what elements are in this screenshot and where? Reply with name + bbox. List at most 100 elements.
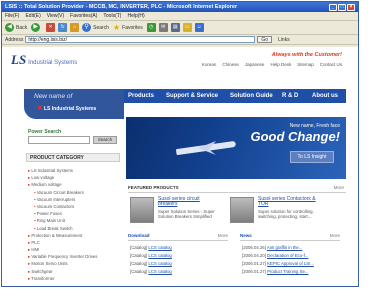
search-label: Search bbox=[93, 24, 109, 31]
back-arrow-icon: ◀ bbox=[5, 23, 14, 32]
red-x-icon: ✕ bbox=[37, 105, 43, 112]
top-link-sitemap[interactable]: Sitemap bbox=[297, 62, 314, 67]
site-logo[interactable]: LS Industrial Systems bbox=[11, 52, 77, 68]
category-item[interactable]: ▸ Switchgear bbox=[28, 268, 122, 275]
go-button[interactable]: Go bbox=[257, 36, 273, 43]
category-item-label: LS Industrial Systems bbox=[31, 168, 73, 173]
news-label: News bbox=[240, 233, 252, 238]
nav-support[interactable]: Support & Service bbox=[166, 89, 218, 103]
category-item-label: Power Fuses bbox=[36, 211, 62, 217]
home-icon[interactable]: ⌂ bbox=[70, 23, 80, 32]
folder-icon[interactable]: ▭ bbox=[182, 23, 192, 32]
download-row[interactable]: [Catalog] LCS catalog bbox=[130, 245, 172, 250]
history-icon[interactable]: ◷ bbox=[146, 23, 156, 32]
download-link[interactable]: LCS catalog bbox=[148, 261, 171, 266]
top-link-japanese[interactable]: Japanese bbox=[245, 62, 265, 67]
menu-edit[interactable]: Edit(E) bbox=[25, 13, 40, 19]
download-row[interactable]: [Catalog] LCS catalog bbox=[130, 269, 172, 274]
links-label[interactable]: Links bbox=[278, 37, 290, 43]
address-bar: Address http://eng.lsis.biz/ Go Links bbox=[2, 35, 358, 45]
messenger-icon[interactable]: ☺ bbox=[194, 23, 204, 32]
news-row[interactable]: [2006.01.27] Product Training Se... bbox=[242, 269, 308, 274]
menu-file[interactable]: File(F) bbox=[5, 13, 19, 19]
category-item-label: Vacuum Circuit Breakers bbox=[36, 189, 84, 195]
refresh-icon[interactable]: ↻ bbox=[58, 23, 68, 32]
download-link[interactable]: LCS catalog bbox=[148, 253, 171, 258]
print-icon[interactable]: ▤ bbox=[170, 23, 180, 32]
news-row[interactable]: [2006.01.27] KEPIC Approval of LSI... bbox=[242, 261, 314, 266]
mail-icon[interactable]: ✉ bbox=[158, 23, 168, 32]
minimize-button[interactable]: _ bbox=[329, 3, 337, 11]
banner-button[interactable]: To LS Insight bbox=[290, 151, 334, 163]
menu-help[interactable]: Help(H) bbox=[127, 13, 144, 19]
top-link-chinese[interactable]: Chinese bbox=[222, 62, 239, 67]
download-row[interactable]: [Catalog] LCS catalog bbox=[130, 253, 172, 258]
product-title[interactable]: Susol series Contactors & TOR bbox=[258, 197, 318, 207]
news-row[interactable]: [2006.04.20] Declaration of Eco-f... bbox=[242, 253, 308, 258]
category-item[interactable]: ▪ Vacuum Interrupters bbox=[28, 196, 122, 203]
category-item[interactable]: ▸ Protection & Measurement bbox=[28, 232, 122, 239]
search-button[interactable]: ⚲ Search bbox=[82, 23, 109, 32]
category-item[interactable]: ▸ Low voltage bbox=[28, 174, 122, 181]
window-title: LSIS :: Total Solution Provider - MCCB, … bbox=[5, 4, 238, 10]
category-item-label: Switchgear bbox=[31, 268, 53, 274]
download-tag: [Catalog] bbox=[130, 269, 148, 274]
category-item[interactable]: ▪ Ring Main Unit bbox=[28, 217, 122, 224]
category-item[interactable]: ▸ Transformer bbox=[28, 275, 122, 282]
product-image[interactable] bbox=[130, 197, 154, 223]
category-item[interactable]: ▪ Power Fuses bbox=[28, 210, 122, 217]
web-page: LS Industrial Systems Always with the Cu… bbox=[2, 47, 358, 286]
menu-view[interactable]: View(V) bbox=[47, 13, 64, 19]
logo-mark: LS bbox=[11, 52, 27, 67]
maximize-button[interactable]: □ bbox=[338, 3, 346, 11]
search-input[interactable] bbox=[28, 136, 90, 144]
news-link[interactable]: Product Training Se... bbox=[267, 269, 308, 274]
news-link[interactable]: KEPIC Approval of LSI... bbox=[267, 261, 314, 266]
download-more-link[interactable]: More bbox=[218, 233, 228, 238]
category-item[interactable]: ▪ Vacuum Contactors bbox=[28, 203, 122, 210]
download-row[interactable]: [Catalog] LCS catalog bbox=[130, 261, 172, 266]
top-links: Korean Chinese Japanese Help Desk Sitema… bbox=[196, 62, 342, 67]
download-tag: [Catalog] bbox=[130, 261, 148, 266]
download-link[interactable]: LCS catalog bbox=[148, 269, 171, 274]
menu-favorites[interactable]: Favorites(A) bbox=[70, 13, 97, 19]
category-item[interactable]: ▸ Motion Servo Units bbox=[28, 260, 122, 267]
stop-icon[interactable]: ✕ bbox=[46, 23, 56, 32]
nav-rnd[interactable]: R & D bbox=[282, 89, 298, 103]
nav-products[interactable]: Products bbox=[128, 89, 154, 103]
close-button[interactable]: × bbox=[347, 3, 355, 11]
news-more-link[interactable]: More bbox=[330, 233, 340, 238]
favorites-button[interactable]: ★ Favorites bbox=[113, 23, 143, 32]
category-item[interactable]: ▸ HMI bbox=[28, 246, 122, 253]
category-item[interactable]: ▸ LS Industrial Systems bbox=[28, 167, 122, 174]
news-row[interactable]: [2006.04.26] Anti graffiti in the... bbox=[242, 245, 302, 250]
product-title[interactable]: Susol series circuit breakers bbox=[158, 197, 218, 207]
news-link[interactable]: Anti graffiti in the... bbox=[267, 245, 303, 250]
nav-solution[interactable]: Solution Guide bbox=[230, 89, 273, 103]
product-image[interactable] bbox=[230, 197, 254, 223]
category-item-label: Load Break Switch bbox=[36, 225, 73, 231]
category-item[interactable]: ▸ PLC bbox=[28, 239, 122, 246]
top-link-helpdesk[interactable]: Help Desk bbox=[270, 62, 291, 67]
forward-button[interactable]: ▶ bbox=[31, 23, 42, 32]
promo-banner[interactable]: New name, Fresh face Good Change! To LS … bbox=[126, 117, 346, 179]
nav-about[interactable]: About us bbox=[312, 89, 338, 103]
category-item-label: Ring Main Unit bbox=[36, 218, 65, 224]
news-link[interactable]: Declaration of Eco-f... bbox=[267, 253, 308, 258]
top-link-korean[interactable]: Korean bbox=[202, 62, 217, 67]
category-item[interactable]: ▸ Medium voltage bbox=[28, 181, 122, 188]
top-link-contact[interactable]: Contact Us bbox=[320, 62, 342, 67]
back-button[interactable]: ◀ Back bbox=[5, 23, 27, 32]
category-item[interactable]: ▪ Vacuum Circuit Breakers bbox=[28, 189, 122, 196]
back-label: Back bbox=[16, 24, 28, 31]
new-name-box[interactable]: New name of ✕ LS Industrial Systems bbox=[24, 89, 124, 119]
search-submit-button[interactable]: Search bbox=[93, 136, 117, 144]
download-link[interactable]: LCS catalog bbox=[148, 245, 171, 250]
category-item[interactable]: ▪ Load Break Switch bbox=[28, 225, 122, 232]
featured-more-link[interactable]: More bbox=[334, 185, 344, 190]
toolbar: ◀ Back ▶ ✕ ↻ ⌂ ⚲ Search ★ Favorites ◷ ✉ … bbox=[2, 21, 358, 35]
news-date: [2006.01.27] bbox=[242, 261, 266, 266]
category-item[interactable]: ▸ Variable Frequency Inverter Drives bbox=[28, 253, 122, 260]
menu-tools[interactable]: Tools(T) bbox=[103, 13, 121, 19]
address-input[interactable]: http://eng.lsis.biz/ bbox=[25, 36, 256, 43]
